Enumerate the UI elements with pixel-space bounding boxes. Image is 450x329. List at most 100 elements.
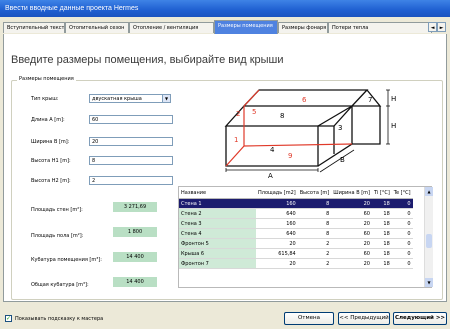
- cell-te[interactable]: 0: [391, 258, 413, 269]
- table-row[interactable]: Крыша 6 615,84 2 60 18 0: [179, 248, 413, 259]
- column-header-te[interactable]: Te [°C]: [391, 187, 413, 199]
- cell-height[interactable]: 2: [297, 248, 332, 259]
- diagram-num-3: 3: [338, 124, 342, 132]
- cell-width[interactable]: 60: [331, 228, 372, 239]
- cell-te[interactable]: 0: [391, 248, 413, 259]
- diagram-num-1: 1: [234, 136, 238, 144]
- cell-area[interactable]: 640: [256, 208, 298, 219]
- cell-ti[interactable]: 18: [372, 218, 392, 229]
- next-button[interactable]: Следующий >>: [393, 312, 447, 325]
- cell-ti[interactable]: 18: [372, 208, 392, 219]
- chevron-left-icon[interactable]: ◄: [428, 22, 437, 32]
- cancel-button[interactable]: Отмена: [284, 312, 334, 325]
- table-row[interactable]: Фронтон 5 20 2 20 18 0: [179, 238, 413, 249]
- table-row[interactable]: Стена 1 160 8 20 18 0: [179, 198, 413, 209]
- cell-name: Стена 1: [179, 198, 256, 209]
- cell-width[interactable]: 60: [331, 208, 372, 219]
- cell-area[interactable]: 160: [256, 218, 298, 229]
- table-row[interactable]: Фронтон 7 20 2 20 18 0: [179, 258, 413, 269]
- tab-intro[interactable]: Вступительный текст: [3, 22, 65, 33]
- scroll-thumb[interactable]: [426, 234, 432, 248]
- diagram-num-2: 2: [236, 110, 240, 118]
- diagram-label-h1: H: [391, 122, 396, 130]
- cell-ti[interactable]: 18: [372, 198, 392, 209]
- total-volume-value: 14 400: [113, 277, 157, 287]
- cell-te[interactable]: 0: [391, 198, 413, 209]
- show-hints-checkbox[interactable]: ✓: [5, 315, 12, 322]
- column-header-width[interactable]: Ширина B [m]: [331, 187, 372, 199]
- table-scrollbar[interactable]: ▲ ▼: [424, 187, 433, 287]
- tab-heating-season[interactable]: Отопительный сезон: [65, 22, 129, 33]
- table-row[interactable]: Стена 3 160 8 20 18 0: [179, 218, 413, 229]
- previous-button[interactable]: << Предыдущий: [338, 312, 390, 325]
- cell-height[interactable]: 8: [297, 228, 332, 239]
- table-row[interactable]: Стена 4 640 8 60 18 0: [179, 228, 413, 239]
- diagram-num-4: 4: [270, 146, 275, 154]
- cell-name: Фронтон 5: [179, 238, 256, 249]
- diagram-num-8: 8: [280, 112, 284, 120]
- title-bar: Ввести вводные данные проекта Hermes: [0, 0, 450, 17]
- cell-width[interactable]: 20: [331, 258, 372, 269]
- floor-area-label: Площадь пола [m²]:: [31, 233, 84, 239]
- cell-width[interactable]: 20: [331, 238, 372, 249]
- cell-ti[interactable]: 18: [372, 248, 392, 259]
- column-header-ti[interactable]: Ti [°C]: [372, 187, 392, 199]
- scroll-down-icon[interactable]: ▼: [425, 278, 433, 287]
- height-h2-input[interactable]: 2: [89, 176, 173, 185]
- height-h1-input[interactable]: 8: [89, 156, 173, 165]
- cell-height[interactable]: 2: [297, 258, 332, 269]
- wizard-window: Ввести вводные данные проекта Hermes Вст…: [0, 0, 450, 329]
- column-header-area[interactable]: Площадь [m2]: [256, 187, 298, 199]
- length-a-input[interactable]: 60: [89, 115, 173, 124]
- diagram-label-h2: H: [391, 95, 396, 103]
- tab-heating-ventilation[interactable]: Отопление / вентиляция: [129, 22, 214, 33]
- diagram-num-9: 9: [288, 152, 292, 160]
- cell-te[interactable]: 0: [391, 238, 413, 249]
- column-header-height[interactable]: Высота [m]: [297, 187, 332, 199]
- cell-name: Стена 3: [179, 218, 256, 229]
- floor-area-value: 1 800: [113, 227, 157, 237]
- cell-te[interactable]: 0: [391, 208, 413, 219]
- cell-name: Стена 2: [179, 208, 256, 219]
- diagram-num-7: 7: [368, 96, 372, 104]
- cell-width[interactable]: 20: [331, 218, 372, 229]
- cell-height[interactable]: 8: [297, 218, 332, 229]
- cell-area[interactable]: 615,84: [256, 248, 298, 259]
- group-title: Размеры помещения: [17, 76, 76, 82]
- tab-strip: Вступительный текст Отопительный сезон О…: [3, 20, 447, 35]
- tab-lantern-dimensions[interactable]: Размеры фонаря: [278, 22, 328, 33]
- cell-area[interactable]: 20: [256, 238, 298, 249]
- scroll-up-icon[interactable]: ▲: [425, 187, 433, 196]
- chevron-down-icon[interactable]: ▼: [162, 94, 171, 103]
- cell-area[interactable]: 20: [256, 258, 298, 269]
- column-header-name[interactable]: Название: [179, 187, 256, 199]
- room-volume-value: 14 400: [113, 252, 157, 262]
- cell-ti[interactable]: 18: [372, 258, 392, 269]
- cell-height[interactable]: 8: [297, 208, 332, 219]
- surfaces-table[interactable]: Название Площадь [m2] Высота [m] Ширина …: [178, 186, 432, 288]
- show-hints-label: Показывать подсказку к мастера: [15, 316, 104, 322]
- width-b-label: Ширина B [m]:: [31, 139, 70, 145]
- roof-type-label: Тип крыш:: [31, 96, 59, 102]
- cell-ti[interactable]: 18: [372, 228, 392, 239]
- cell-height[interactable]: 8: [297, 198, 332, 209]
- wall-area-label: Площадь стен [m²]:: [31, 207, 83, 213]
- cell-area[interactable]: 160: [256, 198, 298, 209]
- cell-name: Фронтон 7: [179, 258, 256, 269]
- cell-te[interactable]: 0: [391, 218, 413, 229]
- cell-area[interactable]: 640: [256, 228, 298, 239]
- roof-diagram: A B H H 1 2 3 4 5 6 7 8 9: [224, 89, 396, 180]
- cell-height[interactable]: 2: [297, 238, 332, 249]
- cell-te[interactable]: 0: [391, 228, 413, 239]
- cell-ti[interactable]: 18: [372, 238, 392, 249]
- wall-area-value: 3 271,69: [113, 202, 157, 212]
- roof-type-select[interactable]: двускатная крыша: [89, 94, 163, 103]
- tab-room-dimensions[interactable]: Размеры помещения: [214, 20, 278, 34]
- tab-heat-loss[interactable]: Потери тепла: [328, 22, 432, 33]
- cell-name: Крыша 6: [179, 248, 256, 259]
- table-row[interactable]: Стена 2 640 8 60 18 0: [179, 208, 413, 219]
- chevron-right-icon[interactable]: ►: [437, 22, 446, 32]
- cell-width[interactable]: 20: [331, 198, 372, 209]
- width-b-input[interactable]: 20: [89, 137, 173, 146]
- cell-width[interactable]: 60: [331, 248, 372, 259]
